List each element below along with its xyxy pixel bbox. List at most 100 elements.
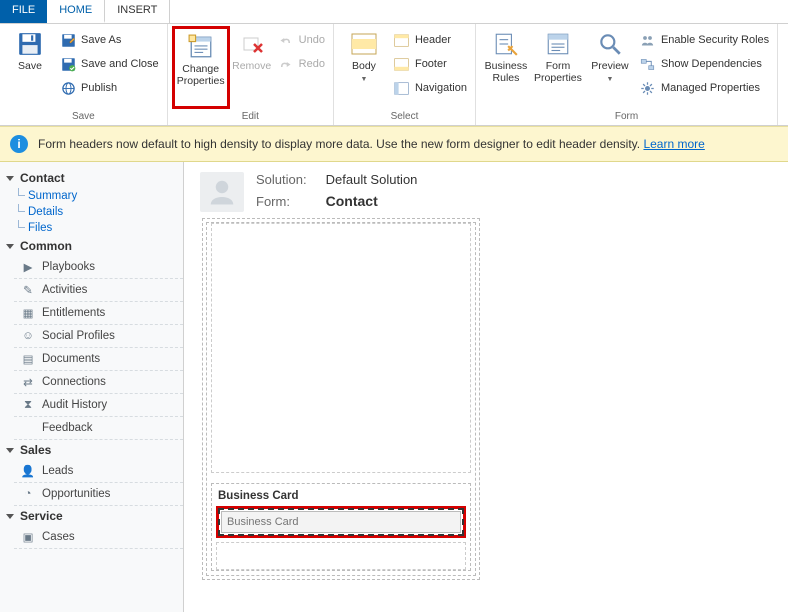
business-card-field-highlight — [216, 506, 466, 538]
sidebar-item-audit-history[interactable]: ⧗Audit History — [14, 394, 183, 417]
group-upgrade-label: Upgrade — [782, 109, 788, 125]
save-as-label: Save As — [81, 34, 121, 46]
security-roles-icon — [640, 32, 656, 48]
body-label: Body — [352, 60, 376, 72]
sidebar-link-summary[interactable]: Summary — [14, 188, 183, 204]
sidebar-item-leads[interactable]: 👤Leads — [14, 460, 183, 483]
sidebar-item-opportunities[interactable]: ◔Opportunities — [14, 483, 183, 506]
undo-button[interactable]: Undo — [278, 30, 325, 50]
remove-button[interactable]: Remove — [230, 26, 274, 109]
sidebar-group-service[interactable]: Service — [0, 506, 183, 526]
avatar — [200, 172, 244, 212]
properties-icon — [187, 33, 215, 61]
undo-icon — [278, 32, 294, 48]
redo-button[interactable]: Redo — [278, 54, 325, 74]
header-icon — [394, 32, 410, 48]
cases-icon: ▣ — [20, 529, 36, 545]
remove-label: Remove — [232, 60, 271, 72]
sidebar-item-social-profiles[interactable]: ☺Social Profiles — [14, 325, 183, 348]
sidebar-item-connections[interactable]: ⇄Connections — [14, 371, 183, 394]
sidebar-group-sales[interactable]: Sales — [0, 440, 183, 460]
design-surface[interactable]: Business Card — [202, 218, 480, 580]
group-upgrade: Merge Forms Upgrade — [778, 24, 788, 125]
footer-button[interactable]: Footer — [394, 54, 467, 74]
managed-properties-icon — [640, 80, 656, 96]
save-button[interactable]: Save — [4, 26, 56, 109]
body-button[interactable]: Body ▼ — [338, 26, 390, 109]
sidebar: Contact Summary Details Files Common ▶Pl… — [0, 162, 184, 612]
business-card-section-title: Business Card — [212, 484, 470, 506]
sidebar-item-cases[interactable]: ▣Cases — [14, 526, 183, 549]
tab-home[interactable]: HOME — [47, 0, 105, 23]
preview-label: Preview — [591, 60, 628, 72]
merge-forms-button[interactable]: Merge Forms — [782, 26, 788, 109]
sidebar-link-details[interactable]: Details — [14, 204, 183, 220]
preview-button[interactable]: Preview ▼ — [584, 26, 636, 109]
change-properties-label: Change Properties — [177, 63, 225, 87]
navigation-label: Navigation — [415, 82, 467, 94]
sidebar-item-documents[interactable]: ▤Documents — [14, 348, 183, 371]
form-meta: Solution: Default Solution Form: Contact — [256, 172, 417, 209]
solution-value: Default Solution — [326, 172, 418, 187]
sidebar-group-common[interactable]: Common — [0, 236, 183, 256]
social-icon: ☺ — [20, 328, 36, 344]
business-card-field[interactable] — [221, 511, 461, 533]
header-label: Header — [415, 34, 451, 46]
sidebar-item-feedback[interactable]: Feedback — [14, 417, 183, 440]
group-save-label: Save — [4, 109, 163, 125]
sidebar-item-entitlements[interactable]: ▦Entitlements — [14, 302, 183, 325]
form-header: Solution: Default Solution Form: Contact — [184, 162, 788, 218]
managed-properties-label: Managed Properties — [661, 82, 760, 94]
feedback-icon — [20, 420, 36, 436]
group-select: Body ▼ Header Footer — [334, 24, 476, 125]
save-as-icon — [60, 32, 76, 48]
group-edit-label: Edit — [172, 109, 329, 125]
entitlements-icon: ▦ — [20, 305, 36, 321]
navigation-button[interactable]: Navigation — [394, 78, 467, 98]
form-value: Contact — [326, 193, 378, 209]
header-button[interactable]: Header — [394, 30, 467, 50]
navigation-icon — [394, 80, 410, 96]
form-properties-button[interactable]: Form Properties — [532, 26, 584, 109]
playbooks-icon: ▶ — [20, 259, 36, 275]
sidebar-link-files[interactable]: Files — [14, 220, 183, 236]
enable-security-label: Enable Security Roles — [661, 34, 769, 46]
business-rules-button[interactable]: Business Rules — [480, 26, 532, 109]
enable-security-roles-button[interactable]: Enable Security Roles — [640, 30, 769, 50]
info-text: Form headers now default to high density… — [38, 137, 705, 151]
remove-icon — [238, 30, 266, 58]
tab-insert[interactable]: INSERT — [105, 0, 170, 23]
publish-label: Publish — [81, 82, 117, 94]
publish-icon — [60, 80, 76, 96]
sidebar-group-contact[interactable]: Contact — [0, 168, 183, 188]
sidebar-item-playbooks[interactable]: ▶Playbooks — [14, 256, 183, 279]
group-form: Business Rules Form Properties Preview ▼ — [476, 24, 778, 125]
redo-label: Redo — [299, 58, 325, 70]
save-and-close-button[interactable]: Save and Close — [60, 54, 159, 74]
empty-section[interactable] — [211, 223, 471, 473]
group-save: Save Save As Save and Close — [0, 24, 168, 125]
change-properties-button[interactable]: Change Properties — [172, 26, 230, 109]
save-as-button[interactable]: Save As — [60, 30, 159, 50]
save-icon — [16, 30, 44, 58]
managed-properties-button[interactable]: Managed Properties — [640, 78, 769, 98]
form-properties-label: Form Properties — [534, 60, 582, 84]
footer-label: Footer — [415, 58, 447, 70]
opportunities-icon: ◔ — [20, 486, 36, 502]
group-select-label: Select — [338, 109, 471, 125]
ribbon-tabs: FILE HOME INSERT — [0, 0, 788, 24]
leads-icon: 👤 — [20, 463, 36, 479]
sidebar-item-activities[interactable]: ✎Activities — [14, 279, 183, 302]
info-bar: i Form headers now default to high densi… — [0, 126, 788, 162]
tab-file[interactable]: FILE — [0, 0, 47, 23]
form-properties-icon — [544, 30, 572, 58]
business-rules-label: Business Rules — [485, 60, 528, 84]
learn-more-link[interactable]: Learn more — [643, 137, 704, 151]
save-label: Save — [18, 60, 42, 72]
show-dependencies-button[interactable]: Show Dependencies — [640, 54, 769, 74]
activities-icon: ✎ — [20, 282, 36, 298]
save-close-icon — [60, 56, 76, 72]
chevron-down-icon: ▼ — [361, 74, 368, 86]
connections-icon: ⇄ — [20, 374, 36, 390]
publish-button[interactable]: Publish — [60, 78, 159, 98]
